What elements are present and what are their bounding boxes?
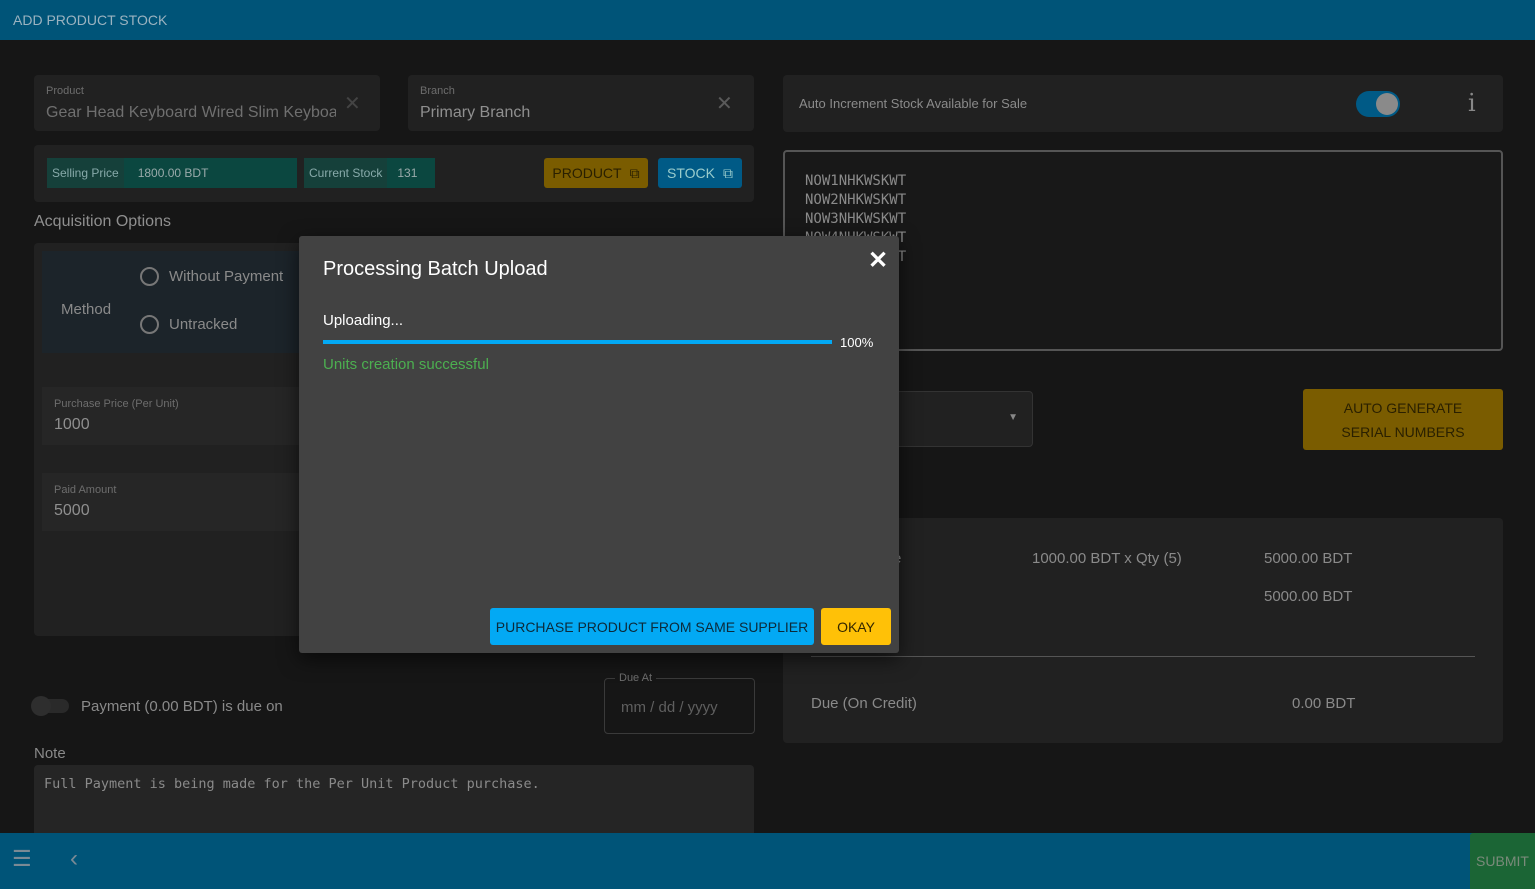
branch-label: Branch bbox=[420, 85, 455, 97]
due-label: Due (On Credit) bbox=[811, 695, 917, 712]
payment-due-label: Payment (0.00 BDT) is due on bbox=[81, 698, 283, 715]
acquisition-title: Acquisition Options bbox=[34, 213, 171, 230]
clear-branch-icon[interactable]: ✕ bbox=[716, 91, 733, 116]
radio-label: Untracked bbox=[169, 316, 238, 333]
product-label: Product bbox=[46, 85, 84, 97]
purchase-same-supplier-label: PURCHASE PRODUCT FROM SAME SUPPLIER bbox=[495, 618, 809, 635]
summary-row1-calc: 1000.00 BDT x Qty (5) bbox=[1032, 550, 1182, 567]
modal-title: Processing Batch Upload bbox=[323, 258, 548, 280]
purchase-price-field[interactable]: Purchase Price (Per Unit) 1000 bbox=[42, 387, 314, 445]
method-group: Method Without Payment Untracked bbox=[42, 251, 314, 353]
external-link-icon: ⧉ bbox=[722, 164, 733, 181]
due-value: 0.00 BDT bbox=[1292, 695, 1356, 712]
close-icon[interactable]: ✕ bbox=[868, 246, 888, 275]
summary-row2-total: 5000.00 BDT bbox=[1264, 588, 1353, 605]
batch-upload-modal: Processing Batch Upload ✕ Uploading... 1… bbox=[299, 236, 899, 653]
paid-amount-label: Paid Amount bbox=[54, 484, 117, 496]
radio-untracked[interactable]: Untracked bbox=[140, 315, 237, 334]
current-stock-value: 131 bbox=[387, 158, 435, 188]
auto-increment-row: Auto Increment Stock Available for Sale … bbox=[783, 75, 1503, 132]
okay-button[interactable]: OKAY bbox=[821, 608, 891, 645]
radio-icon bbox=[140, 315, 159, 334]
auto-increment-toggle[interactable] bbox=[1356, 91, 1400, 117]
serial-item: NOW4NHKWSKWT bbox=[805, 229, 1481, 248]
dropdown-arrow-icon: ▼ bbox=[1008, 412, 1018, 423]
current-stock-label: Current Stock bbox=[304, 158, 388, 188]
product-field[interactable]: Product Gear Head Keyboard Wired Slim Ke… bbox=[34, 75, 380, 131]
selling-price-label: Selling Price bbox=[47, 158, 124, 188]
summary-row1-total: 5000.00 BDT bbox=[1264, 550, 1353, 567]
app-header: ADD PRODUCT STOCK bbox=[0, 0, 1535, 40]
serial-item: NOW1NHKWSKWT bbox=[805, 173, 907, 189]
acquisition-card: Method Without Payment Untracked Purchas… bbox=[34, 243, 314, 636]
selling-price-chip: Selling Price 1800.00 BDT bbox=[47, 158, 297, 188]
note-value: Full Payment is being made for the Per U… bbox=[44, 776, 540, 792]
serial-item: NOW2NHKWSKWT bbox=[805, 192, 907, 208]
success-message: Units creation successful bbox=[323, 356, 489, 373]
auto-generate-label: AUTO GENERATE SERIAL NUMBERS bbox=[1341, 399, 1465, 440]
payment-due-toggle[interactable] bbox=[31, 696, 69, 716]
branch-value: Primary Branch bbox=[420, 104, 531, 121]
auto-increment-label: Auto Increment Stock Available for Sale bbox=[799, 96, 1028, 111]
due-at-field[interactable]: Due At mm / dd / yyyy bbox=[604, 672, 755, 734]
progress-bar bbox=[323, 340, 832, 344]
product-button-label: PRODUCT bbox=[552, 165, 622, 181]
submit-label: SUBMIT bbox=[1476, 853, 1529, 869]
stock-button[interactable]: STOCK ⧉ bbox=[658, 158, 742, 188]
radio-without-payment[interactable]: Without Payment bbox=[140, 267, 283, 286]
divider bbox=[811, 656, 1475, 657]
serial-list: NOW1NHKWSKWT NOW2NHKWSKWT NOW3NHKWSKWT N… bbox=[805, 172, 1481, 267]
external-link-icon: ⧉ bbox=[629, 164, 640, 181]
purchase-price-value: 1000 bbox=[54, 416, 90, 433]
okay-label: OKAY bbox=[837, 618, 875, 635]
stock-button-label: STOCK bbox=[667, 165, 715, 181]
purchase-price-label: Purchase Price (Per Unit) bbox=[54, 398, 179, 410]
progress-label: 100% bbox=[840, 335, 874, 350]
auto-generate-button[interactable]: AUTO GENERATE SERIAL NUMBERS bbox=[1303, 389, 1503, 450]
upload-status: Uploading... bbox=[323, 312, 404, 329]
due-at-placeholder: mm / dd / yyyy bbox=[621, 699, 718, 716]
note-label: Note bbox=[34, 745, 66, 762]
due-at-label: Due At bbox=[615, 672, 657, 684]
menu-icon[interactable]: ☰ bbox=[12, 846, 32, 872]
clear-product-icon[interactable]: ✕ bbox=[344, 91, 361, 116]
method-label: Method bbox=[61, 301, 112, 318]
purchase-same-supplier-button[interactable]: PURCHASE PRODUCT FROM SAME SUPPLIER bbox=[490, 608, 814, 645]
bottom-bar: ☰ ‹ SUBMIT bbox=[0, 833, 1535, 889]
product-info-bar: Selling Price 1800.00 BDT Current Stock 13… bbox=[34, 145, 754, 202]
current-stock-chip: Current Stock 131 bbox=[304, 158, 435, 188]
product-button[interactable]: PRODUCT ⧉ bbox=[544, 158, 648, 188]
product-value: Gear Head Keyboard Wired Slim Keyboar bbox=[46, 104, 336, 121]
paid-amount-value: 5000 bbox=[54, 502, 90, 519]
info-icon[interactable]: i bbox=[1468, 89, 1476, 117]
serial-item: NOW5NHKWSKWT bbox=[805, 248, 1481, 267]
selling-price-value: 1800.00 BDT bbox=[123, 158, 297, 188]
serial-item: NOW3NHKWSKWT bbox=[805, 211, 907, 227]
back-chevron-icon[interactable]: ‹ bbox=[70, 845, 78, 873]
paid-amount-field[interactable]: Paid Amount 5000 bbox=[42, 473, 314, 531]
page-title: ADD PRODUCT STOCK bbox=[13, 12, 168, 28]
radio-icon bbox=[140, 267, 159, 286]
submit-button[interactable]: SUBMIT bbox=[1470, 833, 1535, 889]
branch-field[interactable]: Branch Primary Branch ✕ bbox=[408, 75, 754, 131]
radio-label: Without Payment bbox=[169, 268, 284, 285]
